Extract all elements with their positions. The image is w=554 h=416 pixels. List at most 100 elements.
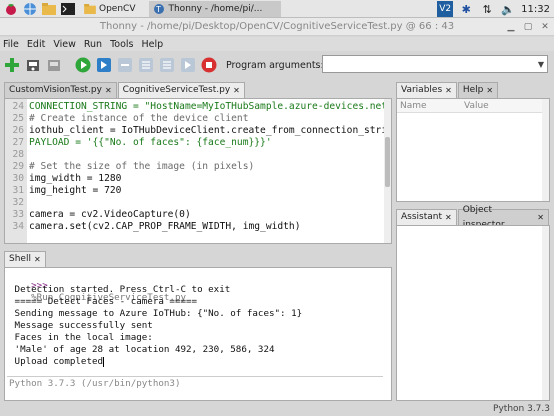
vnc-icon[interactable]: V2 — [437, 1, 454, 17]
shell-divider — [7, 376, 383, 377]
close-tab-icon[interactable]: ✕ — [445, 210, 452, 225]
close-tab-icon[interactable]: ✕ — [34, 252, 41, 267]
close-tab-icon[interactable]: ✕ — [233, 83, 240, 98]
step-over-icon[interactable] — [116, 56, 134, 74]
stop-icon[interactable] — [200, 56, 218, 74]
tab-assistant[interactable]: Assistant ✕ — [396, 209, 457, 225]
variables-header: Name Value — [397, 99, 549, 113]
debug-icon[interactable] — [95, 56, 113, 74]
code-line[interactable]: 34 camera.set(cv2.CAP_PROP_FRAME_WIDTH, i… — [5, 221, 385, 233]
shell-console[interactable]: >>> %Run CognitiveServiceTest.py Detecti… — [4, 267, 392, 401]
step-out-icon[interactable] — [158, 56, 176, 74]
folder-icon — [84, 3, 96, 14]
program-arguments-label: Program arguments: — [226, 59, 324, 71]
close-tab-icon[interactable]: ✕ — [445, 83, 452, 98]
menu-file[interactable]: File — [0, 39, 23, 50]
code-line[interactable]: 26 iothub_client = IoTHubDeviceClient.cre… — [5, 125, 391, 137]
step-into-icon[interactable] — [137, 56, 155, 74]
resume-icon[interactable] — [179, 56, 197, 74]
assistant-scrollbar[interactable] — [542, 226, 549, 400]
code-text: # Create instance of the device client — [29, 113, 249, 124]
tab-shell[interactable]: Shell ✕ — [4, 251, 46, 267]
tab-label: Help — [462, 85, 484, 95]
program-arguments-input[interactable]: ▼ — [322, 55, 548, 73]
browser-icon[interactable] — [22, 1, 38, 17]
bluetooth-icon[interactable]: ✱ — [458, 1, 474, 17]
chevron-down-icon[interactable]: ▼ — [538, 60, 544, 69]
code-line[interactable]: 31 img_height = 720 — [5, 185, 385, 197]
column-name[interactable]: Name — [397, 99, 461, 112]
code-text: camera.set(cv2.CAP_PROP_FRAME_WIDTH, img… — [29, 221, 301, 232]
task-label: OpenCV — [99, 3, 136, 14]
menu-help[interactable]: Help — [137, 39, 167, 50]
tab-object-inspector[interactable]: Object inspector ✕ — [457, 205, 549, 230]
shell-output-line: 'Male' of age 28 at location 492, 230, 5… — [9, 344, 275, 355]
shell-output-line: ===== Detect Faces - camera ===== — [9, 296, 198, 307]
column-value[interactable]: Value — [461, 99, 525, 112]
tab-label: Shell — [9, 254, 31, 264]
shell-final-prompt-line[interactable]: >>> — [9, 391, 48, 400]
volume-icon[interactable]: 🔈 — [500, 1, 516, 17]
shell-output-line: Detection started. Press Ctrl-C to exit — [9, 284, 231, 295]
maximize-icon[interactable]: ▢ — [521, 20, 535, 34]
window-title: Thonny - /home/pi/Desktop/OpenCV/Cogniti… — [99, 21, 455, 32]
assistant-tabs: Assistant ✕ Object inspector ✕ — [396, 205, 550, 230]
close-tab-icon[interactable]: ✕ — [486, 83, 493, 98]
network-transfer-icon[interactable]: ⇅ — [479, 1, 495, 17]
terminal-icon[interactable] — [60, 1, 76, 17]
new-file-icon[interactable] — [3, 56, 21, 74]
tab-label: Assistant — [401, 212, 443, 222]
menu-tools[interactable]: Tools — [106, 39, 137, 50]
code-editor[interactable]: 24 CONNECTION_STRING = "HostName=MyIoTHub… — [4, 98, 392, 244]
line-number: 25 — [12, 113, 24, 124]
status-bar-python-version: Python 3.7.3 — [493, 404, 550, 414]
tab-customvisiontest[interactable]: CustomVisionTest.py ✕ — [4, 82, 117, 98]
open-file-icon[interactable] — [24, 56, 42, 74]
tab-cognitiveservicetest[interactable]: CognitiveServiceTest.py ✕ — [117, 82, 245, 98]
line-number: 27 — [12, 137, 24, 148]
code-line[interactable]: 29 # Set the size of the image (in pixels… — [5, 161, 385, 173]
line-number: 34 — [12, 221, 24, 232]
shell-tabs: Shell ✕ — [4, 251, 392, 267]
code-line[interactable]: 30 img_width = 1280 — [5, 173, 385, 185]
variables-tabs: Variables ✕ Help ✕ — [396, 82, 550, 98]
run-icon[interactable] — [74, 56, 92, 74]
minimize-icon[interactable]: ▁ — [504, 20, 518, 34]
line-number: 26 — [12, 125, 24, 136]
close-tab-icon[interactable]: ✕ — [537, 210, 544, 225]
shell-output-line: Faces in the local image: — [9, 332, 153, 343]
code-text: img_width = 1280 — [29, 173, 122, 184]
code-text: # Set the size of the image (in pixels) — [29, 161, 255, 172]
tab-label: CustomVisionTest.py — [9, 85, 102, 95]
editor-scrollbar-thumb[interactable] — [385, 137, 390, 187]
tab-label: Variables — [401, 85, 443, 95]
task-opencv[interactable]: OpenCV — [80, 1, 139, 17]
code-text: img_height = 720 — [29, 185, 122, 196]
code-line[interactable]: 28 — [5, 149, 385, 161]
tab-variables[interactable]: Variables ✕ — [396, 82, 457, 98]
menu-run[interactable]: Run — [80, 39, 106, 50]
file-manager-icon[interactable] — [41, 1, 57, 17]
close-tab-icon[interactable]: ✕ — [105, 83, 112, 98]
tab-help[interactable]: Help ✕ — [457, 82, 499, 98]
code-line[interactable]: 27 PAYLOAD = '{{"No. of faces": {face_num… — [5, 137, 385, 149]
code-line[interactable]: 32 — [5, 197, 385, 209]
variables-scrollbar[interactable] — [542, 99, 549, 201]
taskbar: OpenCV T Thonny - /home/pi/... V2 ✱ ⇅ 🔈 … — [0, 0, 554, 18]
menu-view[interactable]: View — [49, 39, 80, 50]
code-line[interactable]: 24 CONNECTION_STRING = "HostName=MyIoTHub… — [5, 101, 391, 113]
code-line[interactable]: 25 # Create instance of the device client — [5, 113, 385, 125]
clock: 11:32 — [521, 3, 550, 15]
task-thonny[interactable]: T Thonny - /home/pi/... — [149, 0, 282, 17]
shell-output-line: Sending message to Azure IoTHub: {"No. o… — [9, 308, 303, 319]
raspberry-menu-icon[interactable] — [3, 1, 19, 17]
editor-scrollbar[interactable] — [384, 99, 391, 243]
code-line[interactable]: 33 camera = cv2.VideoCapture(0) — [5, 209, 385, 221]
editor-tabs: CustomVisionTest.py ✕ CognitiveServiceTe… — [4, 82, 392, 98]
save-file-icon[interactable] — [45, 56, 63, 74]
menu-bar: File Edit View Run Tools Help — [0, 37, 554, 51]
menu-edit[interactable]: Edit — [23, 39, 49, 50]
toolbar: Program arguments: ▼ — [0, 53, 554, 77]
close-icon[interactable]: ✕ — [538, 20, 552, 34]
line-number: 29 — [12, 161, 24, 172]
